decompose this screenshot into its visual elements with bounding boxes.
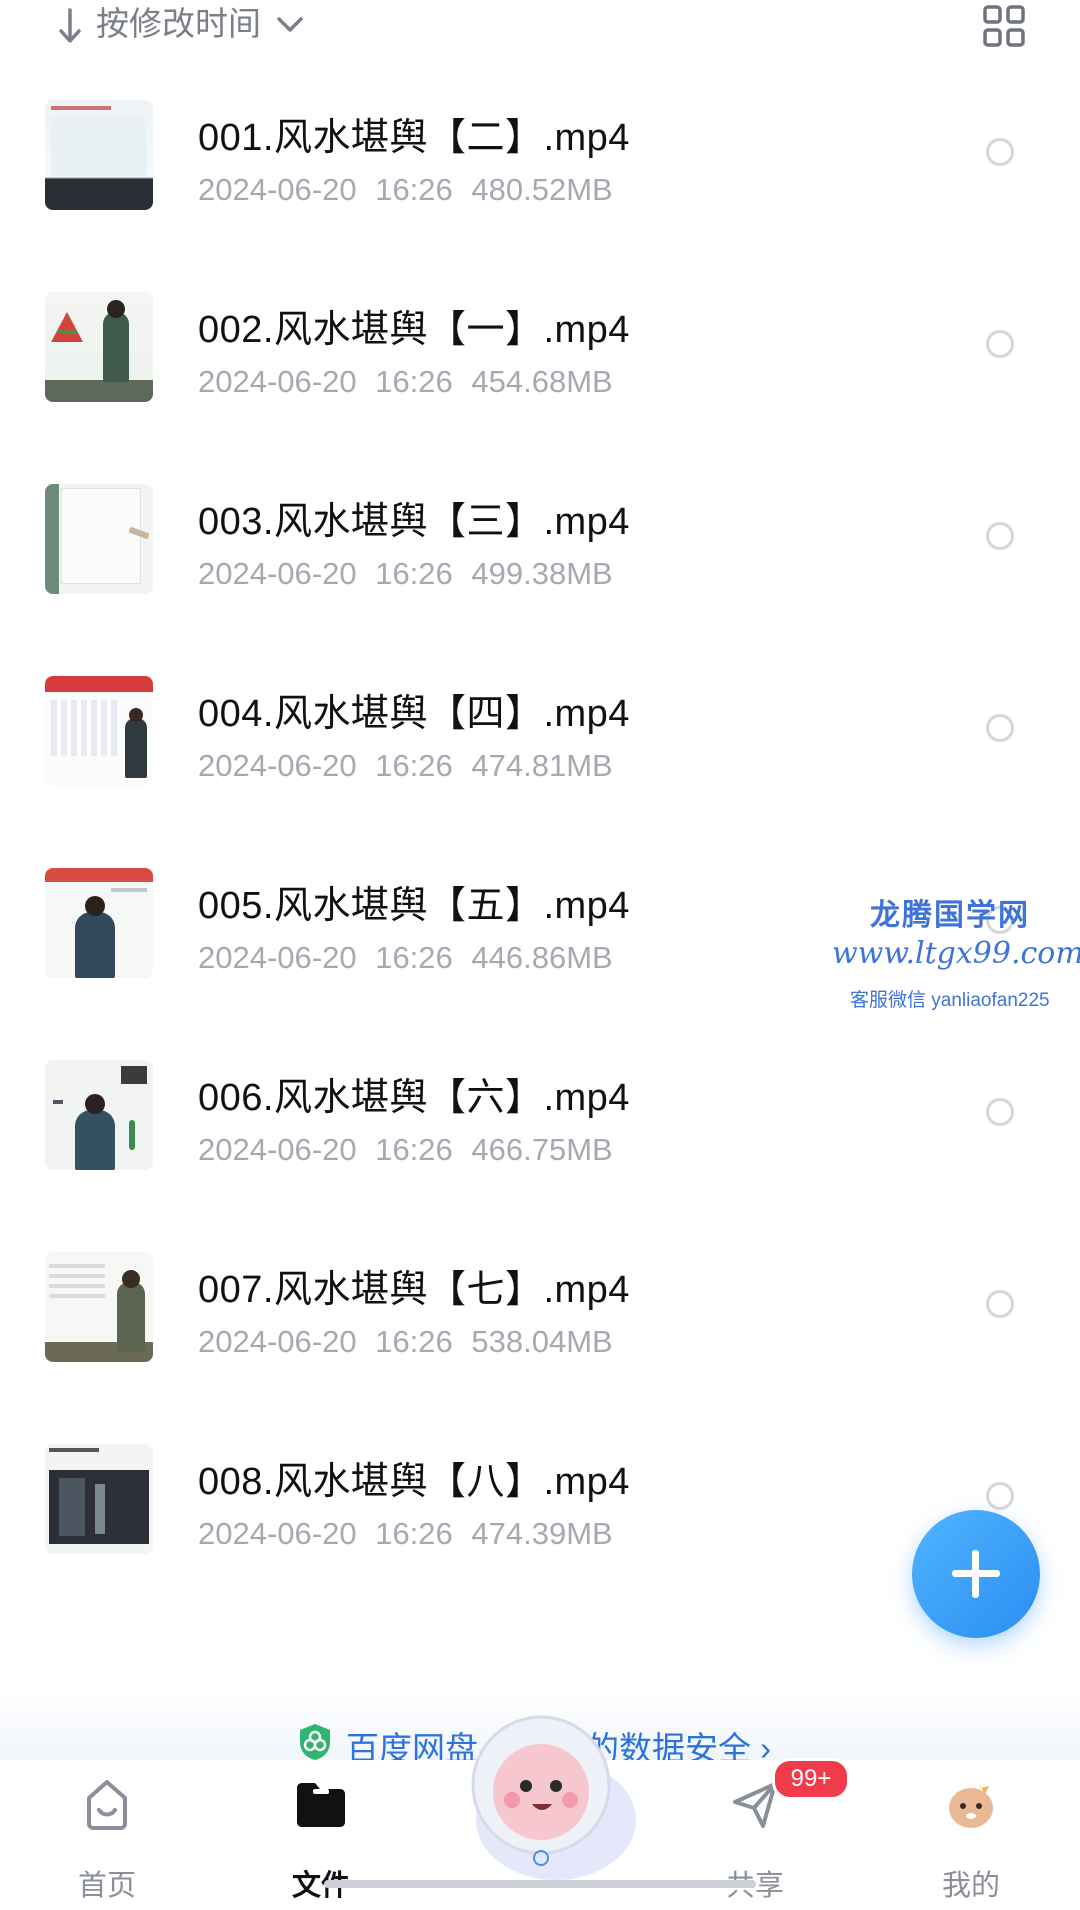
file-meta: 2024-06-20 16:26 474.81MB [198, 748, 613, 784]
file-meta: 2024-06-20 16:26 466.75MB [198, 1132, 613, 1168]
select-radio[interactable] [986, 1290, 1014, 1318]
file-row[interactable]: 003.风水堪舆【三】.mp4 2024-06-20 16:26 499.38M… [0, 484, 1080, 664]
select-radio[interactable] [986, 1482, 1014, 1510]
file-meta: 2024-06-20 16:26 480.52MB [198, 172, 613, 208]
file-time: 16:26 [375, 172, 453, 207]
watermark-url: www.ltgx99.com [832, 936, 1080, 971]
file-size: 538.04MB [471, 1324, 613, 1359]
video-thumbnail [45, 484, 153, 594]
share-badge: 99+ [772, 1758, 850, 1800]
file-time: 16:26 [375, 940, 453, 975]
add-button[interactable] [912, 1510, 1040, 1638]
file-size: 480.52MB [471, 172, 613, 207]
file-size: 454.68MB [471, 364, 613, 399]
tab-me-label: 我的 [941, 1870, 1000, 1902]
file-size: 474.81MB [471, 748, 613, 783]
file-size: 446.86MB [471, 940, 613, 975]
file-name: 004.风水堪舆【四】.mp4 [198, 693, 630, 735]
shield-icon [300, 1724, 330, 1760]
file-row[interactable]: 007.风水堪舆【七】.mp4 2024-06-20 16:26 538.04M… [0, 1252, 1080, 1432]
file-size: 474.39MB [471, 1516, 613, 1551]
video-thumbnail [45, 1060, 153, 1170]
file-name: 007.风水堪舆【七】.mp4 [198, 1269, 630, 1311]
video-thumbnail [45, 868, 153, 978]
file-size: 466.75MB [471, 1132, 613, 1167]
file-name: 001.风水堪舆【二】.mp4 [198, 117, 630, 159]
sort-label[interactable]: 按修改时间 [96, 0, 261, 48]
file-size: 499.38MB [471, 556, 613, 591]
file-time: 16:26 [375, 1324, 453, 1359]
profile-avatar-icon [949, 1780, 993, 1828]
file-date: 2024-06-20 [198, 1516, 357, 1551]
video-thumbnail [45, 676, 153, 786]
file-name: 008.风水堪舆【八】.mp4 [198, 1461, 630, 1503]
folder-icon [297, 1783, 345, 1827]
watermark-title: 龙腾国学网 [870, 899, 1030, 932]
tab-home-label: 首页 [77, 1870, 136, 1902]
file-meta: 2024-06-20 16:26 538.04MB [198, 1324, 613, 1360]
select-radio[interactable] [986, 522, 1014, 550]
video-thumbnail [45, 292, 153, 402]
file-time: 16:26 [375, 364, 453, 399]
video-thumbnail [45, 1252, 153, 1362]
file-row[interactable]: 002.风水堪舆【一】.mp4 2024-06-20 16:26 454.68M… [0, 292, 1080, 472]
home-indicator [324, 1880, 756, 1888]
file-date: 2024-06-20 [198, 940, 357, 975]
file-date: 2024-06-20 [198, 172, 357, 207]
file-date: 2024-06-20 [198, 1324, 357, 1359]
home-icon [87, 1780, 127, 1830]
file-date: 2024-06-20 [198, 556, 357, 591]
file-time: 16:26 [375, 1516, 453, 1551]
sort-bar: 按修改时间 [0, 0, 1080, 60]
file-meta: 2024-06-20 16:26 446.86MB [198, 940, 613, 976]
video-thumbnail [45, 100, 153, 210]
file-meta: 2024-06-20 16:26 454.68MB [198, 364, 613, 400]
file-time: 16:26 [375, 556, 453, 591]
grid-view-icon[interactable] [982, 4, 1026, 48]
file-name: 003.风水堪舆【三】.mp4 [198, 501, 630, 543]
video-thumbnail [45, 1444, 153, 1554]
select-radio[interactable] [986, 138, 1014, 166]
file-time: 16:26 [375, 1132, 453, 1167]
tab-home[interactable]: 首页 [42, 1770, 172, 1902]
assistant-mascot-button[interactable] [446, 1700, 636, 1890]
file-date: 2024-06-20 [198, 1132, 357, 1167]
file-row[interactable]: 001.风水堪舆【二】.mp4 2024-06-20 16:26 480.52M… [0, 100, 1080, 280]
watermark-wechat: 客服微信 yanliaofan225 [850, 990, 1050, 1011]
select-radio[interactable] [986, 330, 1014, 358]
file-time: 16:26 [375, 748, 453, 783]
file-meta: 2024-06-20 16:26 474.39MB [198, 1516, 613, 1552]
mascot-icon [471, 1715, 636, 1880]
file-date: 2024-06-20 [198, 748, 357, 783]
tab-me[interactable]: 我的 [906, 1770, 1036, 1902]
file-row[interactable]: 006.风水堪舆【六】.mp4 2024-06-20 16:26 466.75M… [0, 1060, 1080, 1240]
chevron-down-icon[interactable] [274, 12, 306, 36]
file-name: 002.风水堪舆【一】.mp4 [198, 309, 630, 351]
select-radio[interactable] [986, 1098, 1014, 1126]
file-meta: 2024-06-20 16:26 499.38MB [198, 556, 613, 592]
file-row[interactable]: 004.风水堪舆【四】.mp4 2024-06-20 16:26 474.81M… [0, 676, 1080, 856]
arrow-down-icon[interactable] [56, 6, 84, 46]
file-date: 2024-06-20 [198, 364, 357, 399]
select-radio[interactable] [986, 714, 1014, 742]
file-name: 006.风水堪舆【六】.mp4 [198, 1077, 630, 1119]
file-name: 005.风水堪舆【五】.mp4 [198, 885, 630, 927]
